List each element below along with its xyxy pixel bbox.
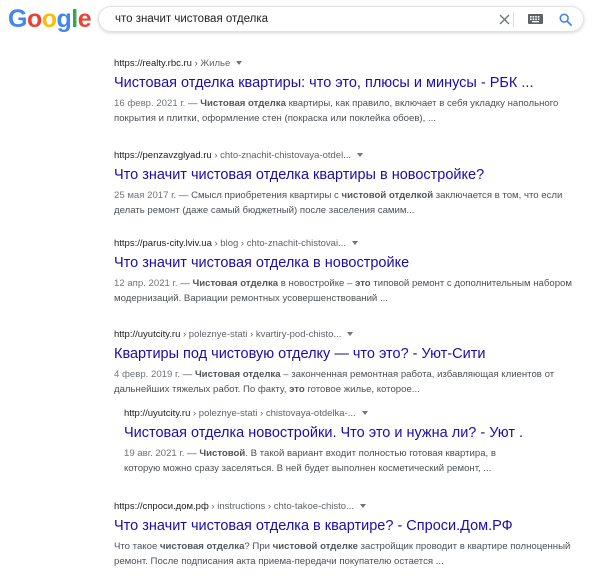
result-path: › Жилье [191,58,231,69]
result-domain: http://uyutcity.ru [124,408,191,419]
result-snippet: 25 мая 2017 г. — Смысл приобретения квар… [114,188,584,218]
result-path: › instructions › chto-takoe-chisto... [208,501,354,512]
result-title[interactable]: Что значит чистовая отделка в новостройк… [114,254,584,273]
search-input[interactable] [115,10,475,28]
logo-letter: e [77,5,92,33]
result-snippet-text: — Чистовая отделка в новостройке – это т… [114,278,572,304]
result-url[interactable]: https://спроси.дом.рф › instructions › c… [114,500,584,513]
result-snippet: Что такое чистовая отделка? При чистовой… [114,539,584,569]
logo-letter: g [56,5,72,33]
result-url[interactable]: http://uyutcity.ru › poleznye-stati › kv… [114,328,584,341]
logo-letter: o [41,5,57,33]
result-path: › poleznye-stati › chistovaya-otdelka-..… [190,408,356,419]
chevron-down-icon[interactable] [359,504,366,509]
result-date: 12 апр. 2021 г. [114,278,178,289]
result-url[interactable]: https://penzavzglyad.ru › chto-znachit-c… [114,149,584,162]
chevron-down-icon[interactable] [347,332,354,337]
result-item: https://parus-city.lviv.ua › blog › chto… [114,237,584,306]
chevron-down-icon[interactable] [357,153,364,158]
result-snippet: 12 апр. 2021 г. — Чистовая отделка в нов… [114,276,584,306]
result-domain: http://uyutcity.ru [114,329,181,340]
result-title[interactable]: Чистовая отделка квартиры: что это, плюс… [114,74,584,93]
result-path: › chto-znachit-chistovaya-otdel... [211,150,352,161]
result-snippet-text: — Смысл приобретения квартиры с чистовой… [114,190,563,216]
result-item: https://realty.rbc.ru › Жилье Чистовая о… [114,57,584,126]
result-domain: https://realty.rbc.ru [114,58,192,69]
divider [513,12,514,27]
result-snippet: 16 февр. 2021 г. — Чистовая отделка квар… [114,96,584,126]
result-date: 16 февр. 2021 г. [114,98,186,109]
result-domain: https://спроси.дом.рф [114,501,209,512]
result-title[interactable]: Квартиры под чистовую отделку — что это?… [114,345,584,364]
result-path: › blog › chto-znachit-chistovai... [211,238,346,249]
google-logo[interactable]: Google [8,5,92,33]
result-item: https://penzavzglyad.ru › chto-znachit-c… [114,149,584,218]
result-snippet: 19 авг. 2021 г. — Чистовой. В такой вари… [124,446,524,476]
result-item: https://спроси.дом.рф › instructions › c… [114,500,584,569]
search-header: Google [0,0,600,40]
search-icon[interactable] [555,9,575,29]
keyboard-icon[interactable] [525,9,545,29]
result-domain: https://parus-city.lviv.ua [114,238,212,249]
result-url[interactable]: https://parus-city.lviv.ua › blog › chto… [114,237,584,250]
result-date: 25 мая 2017 г. [114,190,177,201]
result-domain: https://penzavzglyad.ru [114,150,212,161]
result-date: 19 авг. 2021 г. [124,448,185,459]
result-title[interactable]: Что значит чистовая отделка в квартире? … [114,517,584,536]
result-url[interactable]: http://uyutcity.ru › poleznye-stati › ch… [124,407,524,420]
chevron-down-icon[interactable] [236,61,243,66]
result-snippet-text: Что такое чистовая отделка? При чистовой… [114,541,571,567]
result-item: http://uyutcity.ru › poleznye-stati › kv… [114,328,584,397]
result-snippet-text: — Чистовая отделка – законченная ремонтн… [114,369,555,395]
logo-letter: o [26,5,42,33]
chevron-down-icon[interactable] [351,241,358,246]
logo-letter: G [8,5,27,33]
result-date: 4 февр. 2019 г. [114,369,180,380]
result-title[interactable]: Чистовая отделка новостройки. Что это и … [124,424,524,443]
search-box [98,6,584,32]
result-url[interactable]: https://realty.rbc.ru › Жилье [114,57,584,70]
result-path: › poleznye-stati › kvartiry-pod-chisto..… [180,329,342,340]
result-item-indented: http://uyutcity.ru › poleznye-stati › ch… [124,407,524,476]
result-snippet: 4 февр. 2019 г. — Чистовая отделка – зак… [114,367,584,397]
close-icon[interactable] [497,9,511,29]
result-title[interactable]: Что значит чистовая отделка квартиры в н… [114,166,584,185]
chevron-down-icon[interactable] [361,411,368,416]
